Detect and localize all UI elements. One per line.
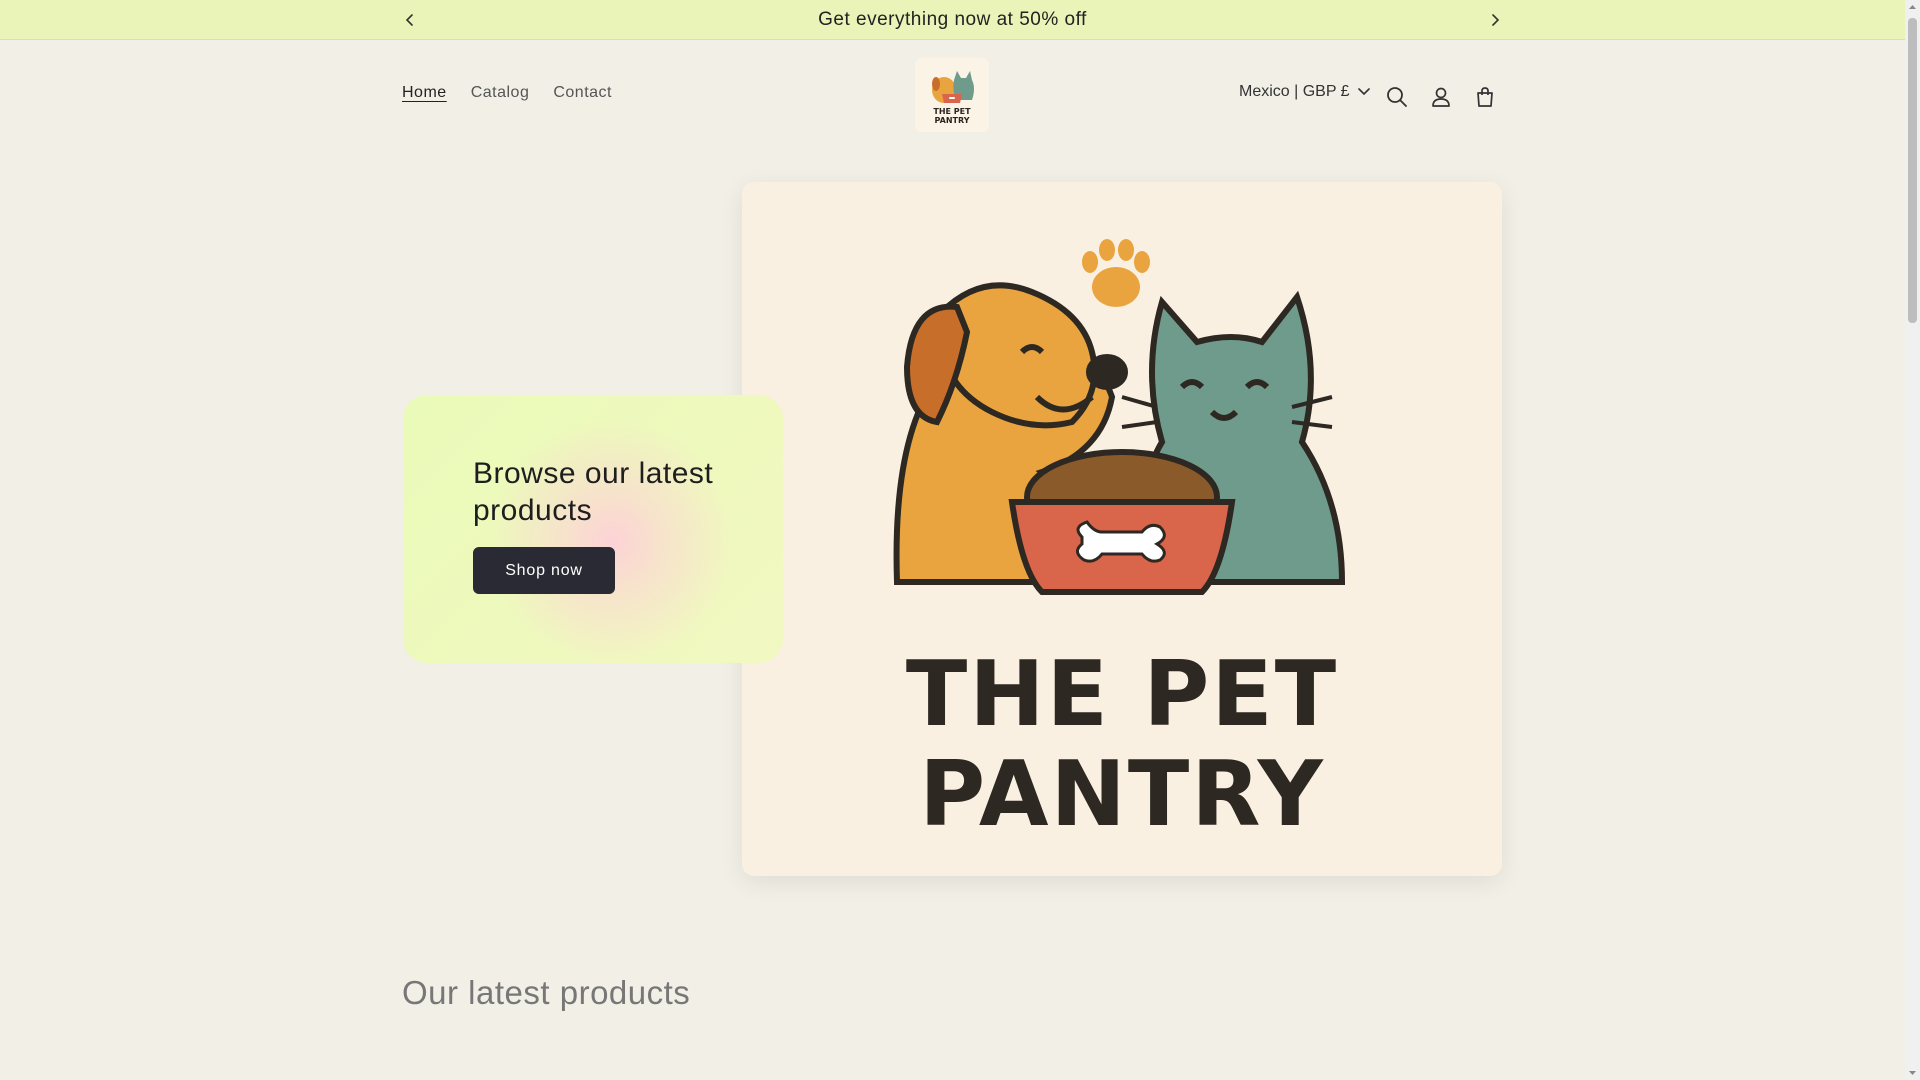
cart-button[interactable]: [1468, 80, 1502, 114]
pet-logo-icon: [932, 70, 974, 103]
country-selector[interactable]: Mexico | GBP £: [1239, 83, 1370, 101]
pet-pantry-illustration: [893, 239, 1346, 595]
scroll-up-icon[interactable]: [1908, 3, 1917, 12]
chevron-right-icon: [1492, 14, 1500, 26]
hero-image: THE PET PANTRY: [742, 182, 1502, 876]
announcement-text: Get everything now at 50% off: [818, 8, 1087, 30]
nav-item-contact[interactable]: Contact: [553, 84, 612, 102]
site-header: Home Catalog Contact THE PET PANTRY Mexi…: [0, 40, 1905, 150]
country-label: Mexico | GBP £: [1239, 83, 1350, 100]
paw-print-icon: [1082, 239, 1150, 307]
section-title: Our latest products: [402, 974, 691, 1011]
food-bowl-illustration: [1008, 449, 1236, 595]
account-button[interactable]: [1424, 80, 1458, 114]
chevron-down-icon: [1357, 88, 1370, 96]
scroll-down-icon[interactable]: [1908, 1068, 1917, 1077]
page-scrollbar[interactable]: [1905, 0, 1920, 1080]
page: Get everything now at 50% off Home Catal…: [0, 0, 1905, 1080]
scrollbar-thumb[interactable]: [1908, 18, 1917, 323]
hero-image-title-line1: THE PET: [905, 642, 1339, 747]
shop-now-button[interactable]: Shop now: [473, 547, 615, 594]
site-logo[interactable]: THE PET PANTRY: [915, 58, 989, 132]
nav-item-home[interactable]: Home: [402, 84, 447, 102]
announcement-prev-button[interactable]: [398, 8, 422, 32]
logo-text: THE PET PANTRY: [933, 106, 971, 125]
announcement-bar: Get everything now at 50% off: [0, 0, 1905, 40]
nav-item-catalog[interactable]: Catalog: [471, 84, 530, 102]
account-icon: [1432, 87, 1450, 107]
announcement-next-button[interactable]: [1483, 8, 1507, 32]
search-icon: [1387, 87, 1407, 107]
chevron-left-icon: [405, 14, 413, 26]
cart-icon: [1477, 87, 1493, 107]
main-nav: Home Catalog Contact: [402, 84, 612, 102]
hero-heading: Browse our latest products: [473, 457, 714, 527]
search-button[interactable]: [1380, 80, 1414, 114]
hero-card: Browse our latest products Shop now: [403, 395, 783, 663]
hero-image-title-line2: PANTRY: [919, 742, 1325, 847]
